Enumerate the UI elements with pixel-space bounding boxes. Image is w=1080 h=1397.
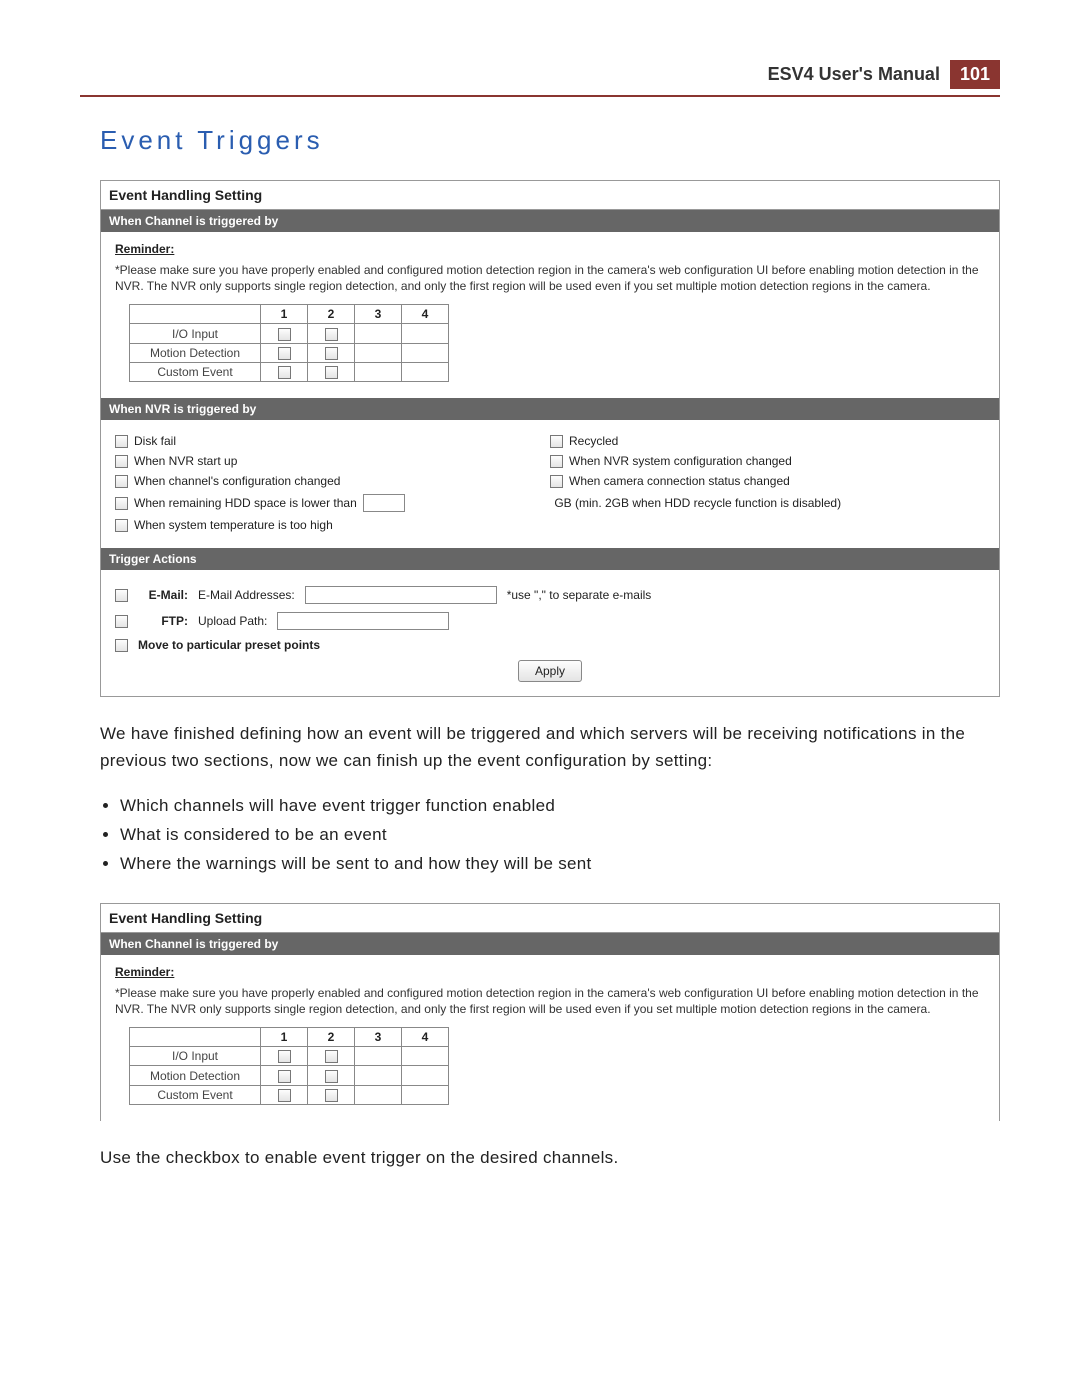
checkbox[interactable] <box>115 497 128 510</box>
col-3: 3 <box>355 305 402 324</box>
opt-temp: When system temperature is too high <box>134 518 333 532</box>
opt-hdd-r: GB (min. 2GB when HDD recycle function i… <box>554 496 841 510</box>
manual-title: ESV4 User's Manual <box>768 64 950 85</box>
checkbox[interactable] <box>550 475 563 488</box>
reminder-label: Reminder: <box>115 242 174 256</box>
paragraph-1: We have finished defining how an event w… <box>100 721 1000 774</box>
row-motion: Motion Detection <box>130 343 261 362</box>
ftp-label: FTP: <box>138 614 188 628</box>
bullet-1: Which channels will have event trigger f… <box>120 792 1000 821</box>
col-4: 4 <box>402 305 449 324</box>
checkbox[interactable] <box>115 589 128 602</box>
email-note: *use "," to separate e-mails <box>507 588 652 602</box>
email-field-label: E-Mail Addresses: <box>198 588 295 602</box>
ftp-field-label: Upload Path: <box>198 614 267 628</box>
checkbox[interactable] <box>115 519 128 532</box>
reminder-text: *Please make sure you have properly enab… <box>115 262 985 294</box>
reminder-text-2: *Please make sure you have properly enab… <box>115 985 985 1017</box>
panel-title-2: Event Handling Setting <box>101 904 999 933</box>
channel-trigger-bar: When Channel is triggered by <box>101 210 999 232</box>
event-handling-panel: Event Handling Setting When Channel is t… <box>100 180 1000 697</box>
bullet-list: Which channels will have event trigger f… <box>120 792 1000 879</box>
checkbox[interactable] <box>278 1089 291 1102</box>
checkbox[interactable] <box>550 455 563 468</box>
email-label: E-Mail: <box>138 588 188 602</box>
opt-chanconfig: When channel's configuration changed <box>134 474 340 488</box>
trigger-actions: E-Mail: E-Mail Addresses: *use "," to se… <box>101 570 999 696</box>
col-1: 1 <box>261 305 308 324</box>
opt-diskfail: Disk fail <box>134 434 176 448</box>
nvr-trigger-bar: When NVR is triggered by <box>101 398 999 420</box>
row-custom: Custom Event <box>130 363 261 382</box>
hdd-input[interactable] <box>363 494 405 512</box>
checkbox[interactable] <box>115 615 128 628</box>
trigger-actions-bar: Trigger Actions <box>101 548 999 570</box>
checkbox[interactable] <box>325 1070 338 1083</box>
checkbox[interactable] <box>115 435 128 448</box>
col-2: 2 <box>308 305 355 324</box>
checkbox[interactable] <box>115 455 128 468</box>
nvr-options: Disk fail Recycled When NVR start up Whe… <box>101 420 999 548</box>
panel-title: Event Handling Setting <box>101 181 999 210</box>
reminder-block-2: Reminder: *Please make sure you have pro… <box>101 955 999 1121</box>
page-number: 101 <box>950 60 1000 89</box>
opt-sysconfig: When NVR system configuration changed <box>569 454 792 468</box>
channel-table-2: 1 2 3 4 I/O Input Motion Detection <box>129 1027 449 1105</box>
paragraph-2: Use the checkbox to enable event trigger… <box>100 1145 1000 1171</box>
checkbox[interactable] <box>325 347 338 360</box>
checkbox[interactable] <box>325 366 338 379</box>
checkbox[interactable] <box>325 1050 338 1063</box>
ftp-input[interactable] <box>277 612 449 630</box>
checkbox[interactable] <box>550 435 563 448</box>
checkbox[interactable] <box>278 1070 291 1083</box>
checkbox[interactable] <box>278 328 291 341</box>
page-header: ESV4 User's Manual 101 <box>80 60 1000 97</box>
checkbox[interactable] <box>115 475 128 488</box>
email-input[interactable] <box>305 586 497 604</box>
checkbox[interactable] <box>325 328 338 341</box>
checkbox[interactable] <box>115 639 128 652</box>
reminder-label-2: Reminder: <box>115 965 174 979</box>
opt-recycled: Recycled <box>569 434 618 448</box>
checkbox[interactable] <box>278 366 291 379</box>
checkbox[interactable] <box>278 1050 291 1063</box>
opt-startup: When NVR start up <box>134 454 237 468</box>
bullet-2: What is considered to be an event <box>120 821 1000 850</box>
checkbox[interactable] <box>325 1089 338 1102</box>
opt-hdd-l: When remaining HDD space is lower than <box>134 496 357 510</box>
channel-table: 1 2 3 4 I/O Input Motion Detection <box>129 304 449 382</box>
row-io: I/O Input <box>130 324 261 343</box>
preset-label: Move to particular preset points <box>138 638 320 652</box>
bullet-3: Where the warnings will be sent to and h… <box>120 850 1000 879</box>
opt-camstatus: When camera connection status changed <box>569 474 790 488</box>
apply-button[interactable]: Apply <box>518 660 582 682</box>
checkbox[interactable] <box>278 347 291 360</box>
reminder-block: Reminder: *Please make sure you have pro… <box>101 232 999 398</box>
event-handling-panel-2: Event Handling Setting When Channel is t… <box>100 903 1000 1121</box>
channel-trigger-bar-2: When Channel is triggered by <box>101 933 999 955</box>
section-heading: Event Triggers <box>100 125 1000 156</box>
